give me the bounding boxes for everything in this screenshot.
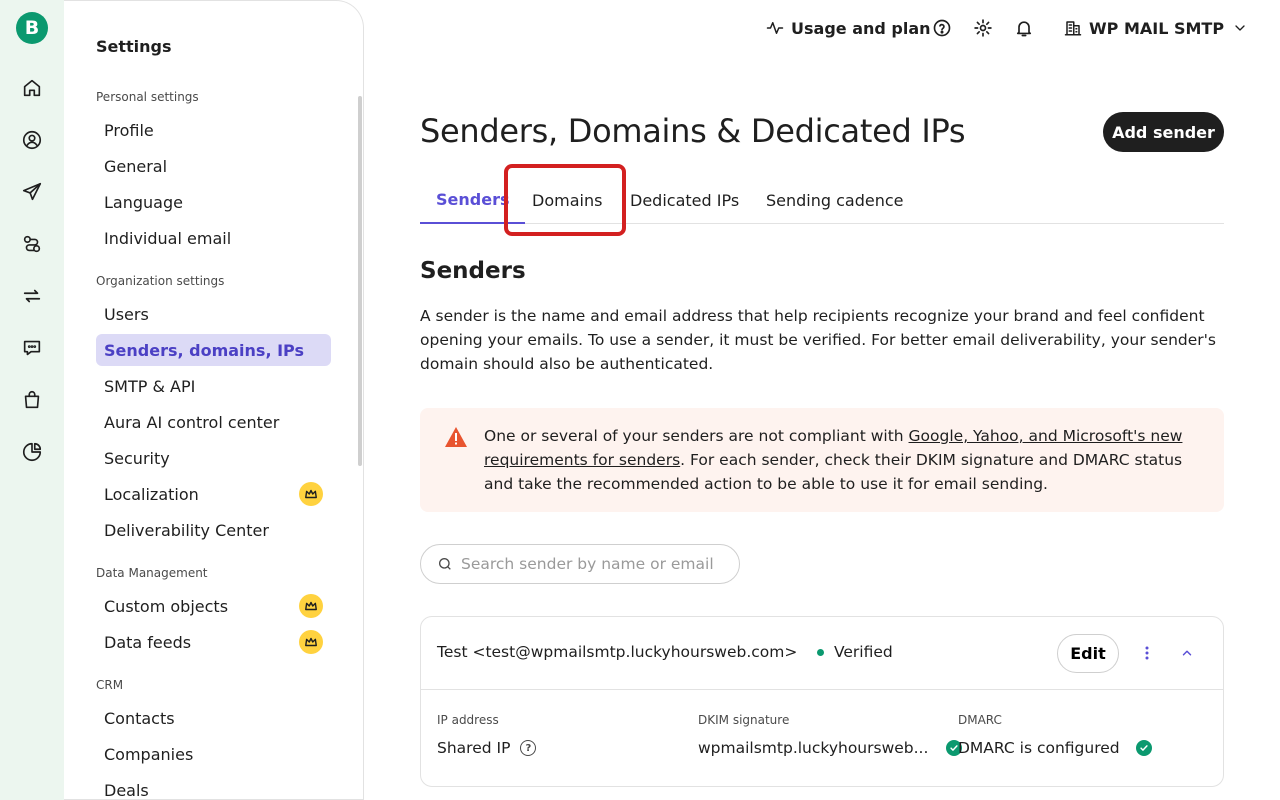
brevo-logo[interactable]: B: [16, 12, 48, 44]
ip-address-value: Shared IP ?: [437, 739, 537, 757]
add-sender-button[interactable]: Add sender: [1103, 112, 1224, 152]
tabs: Senders Domains Dedicated IPs Sending ca…: [420, 176, 1224, 224]
sidebar-item-contacts[interactable]: Contacts: [96, 702, 331, 734]
dkim-value-text: wpmailsmtp.luckyhoursweb...: [698, 739, 929, 757]
sidebar-item-users[interactable]: Users: [96, 298, 331, 330]
sidebar-item-profile[interactable]: Profile: [96, 114, 331, 146]
sidebar-item-localization[interactable]: Localization: [96, 478, 331, 510]
sidebar-item-deals[interactable]: Deals: [96, 774, 331, 800]
settings-sidebar: Settings Personal settings Profile Gener…: [64, 0, 364, 800]
sidebar-item-companies[interactable]: Companies: [96, 738, 331, 770]
section-data-management: Data Management: [96, 566, 208, 580]
page-title: Senders, Domains & Dedicated IPs: [420, 112, 966, 150]
search-icon: [439, 558, 451, 570]
alert-text: One or several of your senders are not c…: [484, 424, 1204, 496]
dkim-label: DKIM signature: [698, 713, 790, 727]
section-crm: CRM: [96, 678, 124, 692]
account-name: WP MAIL SMTP: [1089, 18, 1225, 38]
chevron-down-icon: [1235, 25, 1245, 31]
check-icon: [1135, 740, 1152, 756]
chevron-up-icon[interactable]: [1177, 643, 1197, 663]
dmarc-label: DMARC: [958, 713, 1002, 727]
more-options-icon[interactable]: [1137, 643, 1157, 663]
dmarc-value-text: DMARC is configured: [958, 739, 1120, 757]
sender-name: Test <test@wpmailsmtp.luckyhoursweb.com>: [437, 643, 798, 661]
app-rail: B: [0, 0, 64, 800]
sidebar-item-deliverability-center[interactable]: Deliverability Center: [96, 514, 331, 546]
tab-domains[interactable]: Domains: [516, 176, 618, 224]
crown-icon: [299, 630, 323, 654]
senders-description: A sender is the name and email address t…: [420, 307, 1217, 373]
dkim-value: wpmailsmtp.luckyhoursweb...: [698, 739, 963, 757]
help-icon[interactable]: [932, 16, 952, 40]
usage-and-plan-button[interactable]: Usage and plan: [766, 16, 931, 40]
sidebar-scrollbar[interactable]: [358, 96, 362, 466]
sidebar-item-label: Data feeds: [104, 632, 192, 652]
automations-icon[interactable]: [20, 232, 44, 256]
dmarc-value: DMARC is configured: [958, 739, 1152, 757]
sidebar-item-senders-domains-ips[interactable]: Senders, domains, IPs: [96, 334, 331, 366]
sidebar-item-label: Localization: [104, 484, 199, 504]
home-icon[interactable]: [20, 76, 44, 100]
usage-and-plan-label: Usage and plan: [791, 18, 931, 38]
building-icon: [1064, 21, 1082, 36]
warning-icon: [445, 427, 467, 447]
section-title: Senders: [420, 258, 526, 284]
campaigns-icon[interactable]: [20, 180, 44, 204]
sidebar-item-smtp-api[interactable]: SMTP & API: [96, 370, 331, 402]
sidebar-title: Settings: [96, 37, 172, 56]
search-box[interactable]: [420, 544, 740, 584]
sidebar-item-data-feeds[interactable]: Data feeds: [96, 626, 331, 658]
section-personal-settings: Personal settings: [96, 90, 199, 104]
sidebar-item-aura-ai[interactable]: Aura AI control center: [96, 406, 331, 438]
tab-sending-cadence[interactable]: Sending cadence: [750, 176, 920, 224]
sidebar-item-label: Custom objects: [104, 596, 229, 616]
activity-icon: [766, 22, 784, 34]
search-input[interactable]: [461, 555, 731, 573]
compliance-alert: One or several of your senders are not c…: [420, 408, 1224, 512]
ip-address-label: IP address: [437, 713, 499, 727]
crown-icon: [299, 482, 323, 506]
section-organization-settings: Organization settings: [96, 274, 225, 288]
sidebar-item-general[interactable]: General: [96, 150, 331, 182]
gear-icon[interactable]: [973, 16, 993, 40]
help-icon[interactable]: ?: [520, 740, 537, 756]
edit-button[interactable]: Edit: [1057, 634, 1119, 673]
alert-text-before: One or several of your senders are not c…: [484, 427, 909, 445]
tab-senders[interactable]: Senders: [420, 176, 526, 224]
sidebar-item-individual-email[interactable]: Individual email: [96, 222, 331, 254]
sync-icon[interactable]: [20, 284, 44, 308]
shop-icon[interactable]: [20, 388, 44, 412]
sender-card: Test <test@wpmailsmtp.luckyhoursweb.com>…: [420, 616, 1224, 787]
tab-dedicated-ips[interactable]: Dedicated IPs: [614, 176, 755, 224]
status-dot: [817, 648, 824, 656]
sidebar-item-custom-objects[interactable]: Custom objects: [96, 590, 331, 622]
status-badge: Verified: [817, 643, 893, 661]
crown-icon: [299, 594, 323, 618]
sender-card-header: Test <test@wpmailsmtp.luckyhoursweb.com>…: [421, 617, 1223, 690]
sidebar-item-language[interactable]: Language: [96, 186, 331, 218]
conversations-icon[interactable]: [20, 336, 44, 360]
ip-value-text: Shared IP: [437, 739, 511, 757]
contacts-icon[interactable]: [20, 128, 44, 152]
reports-icon[interactable]: [20, 440, 44, 464]
account-menu[interactable]: WP MAIL SMTP: [1064, 16, 1248, 40]
bell-icon[interactable]: [1014, 16, 1034, 40]
sidebar-item-security[interactable]: Security: [96, 442, 331, 474]
status-label: Verified: [834, 643, 893, 661]
